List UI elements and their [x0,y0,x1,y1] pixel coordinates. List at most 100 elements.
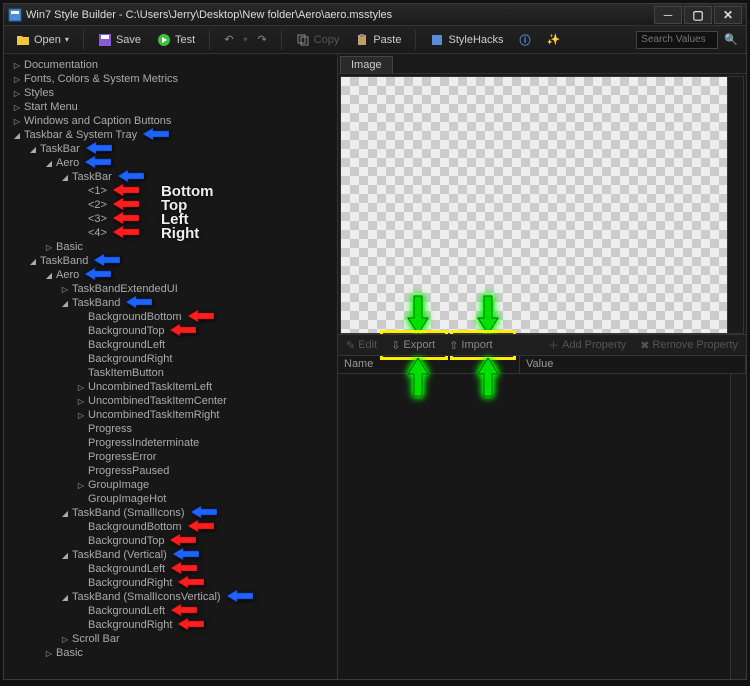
expand-icon[interactable]: ▷ [60,635,70,644]
tree-item[interactable]: ▷Windows and Caption Buttons [4,114,337,128]
blue-arrow-annotation [85,267,111,284]
save-button[interactable]: Save [92,31,147,49]
collapse-icon[interactable]: ◢ [60,173,70,182]
expand-icon[interactable]: ▷ [12,75,22,84]
tree-item[interactable]: ▷Styles [4,86,337,100]
tree-item[interactable]: BackgroundLeft [4,338,337,352]
expand-icon[interactable]: ▷ [76,411,86,420]
tree-item[interactable]: ▷Fonts, Colors & System Metrics [4,72,337,86]
undo-button[interactable]: ↶ [218,31,239,48]
tree-item[interactable]: ◢Aero [4,156,337,170]
tree-item[interactable]: BackgroundRight [4,618,337,632]
close-button[interactable]: ✕ [714,6,742,24]
expand-icon[interactable]: ▷ [76,481,86,490]
collapse-icon[interactable]: ◢ [28,145,38,154]
tree-item-label: BackgroundLeft [88,605,165,617]
tree-item[interactable]: ◢TaskBand [4,254,337,268]
tree-item-label: BackgroundBottom [88,521,182,533]
export-button[interactable]: ⇩ Export [387,338,439,353]
image-preview[interactable] [340,76,744,334]
tree-item-label: Scroll Bar [72,633,120,645]
expand-icon[interactable]: ▷ [12,89,22,98]
tree-item[interactable]: ProgressPaused [4,464,337,478]
collapse-icon[interactable]: ◢ [60,299,70,308]
collapse-icon[interactable]: ◢ [44,271,54,280]
collapse-icon[interactable]: ◢ [60,593,70,602]
expand-icon[interactable]: ▷ [44,243,54,252]
tree-item[interactable]: ◢Aero [4,268,337,282]
tree-item[interactable]: BackgroundTop [4,534,337,548]
collapse-icon[interactable]: ◢ [60,551,70,560]
expand-icon[interactable]: ▷ [76,397,86,406]
tree-item[interactable]: <4>Right [4,226,337,240]
remove-property-button[interactable]: ✖ Remove Property [636,338,742,353]
tree-item[interactable]: ▷GroupImage [4,478,337,492]
tree-pane[interactable]: ▷Documentation▷Fonts, Colors & System Me… [4,54,338,679]
tree-item[interactable]: BackgroundLeft [4,562,337,576]
collapse-icon[interactable]: ◢ [60,509,70,518]
save-label: Save [116,34,141,46]
tree-item[interactable]: ▷Basic [4,646,337,660]
maximize-button[interactable]: ▢ [684,6,712,24]
expand-icon[interactable]: ▷ [12,61,22,70]
expand-icon[interactable]: ▷ [76,383,86,392]
tree-item[interactable]: ProgressIndeterminate [4,436,337,450]
open-button[interactable]: Open ▾ [10,31,75,49]
tree-item-label: BackgroundBottom [88,311,182,323]
col-name[interactable]: Name [338,356,520,373]
tree-item[interactable]: ▷UncombinedTaskItemRight [4,408,337,422]
expand-icon[interactable]: ▷ [44,649,54,658]
collapse-icon[interactable]: ◢ [44,159,54,168]
collapse-icon[interactable]: ◢ [28,257,38,266]
tree-item[interactable]: ▷Start Menu [4,100,337,114]
tree-item[interactable]: BackgroundRight [4,576,337,590]
tree-item[interactable]: ProgressError [4,450,337,464]
collapse-icon[interactable]: ◢ [12,131,22,140]
tree-item[interactable]: ◢TaskBand (SmallIcons) [4,506,337,520]
stylehacks-button[interactable]: StyleHacks [424,31,509,49]
minimize-button[interactable]: ─ [654,6,682,24]
tree-item[interactable]: ▷TaskBandExtendedUI [4,282,337,296]
tree-item[interactable]: ▷Basic [4,240,337,254]
info-button[interactable]: ⓘ [514,30,537,50]
import-button[interactable]: ⇧ Import [445,338,496,353]
tree-item[interactable]: ▷UncombinedTaskItemCenter [4,394,337,408]
wand-button[interactable]: ✨ [541,31,567,48]
titlebar: Win7 Style Builder - C:\Users\Jerry\Desk… [4,4,746,26]
tree-item-label: TaskBandExtendedUI [72,283,178,295]
tree-item[interactable]: BackgroundTop [4,324,337,338]
tree-item[interactable]: ▷Scroll Bar [4,632,337,646]
copy-button[interactable]: Copy [290,31,346,49]
paste-button[interactable]: Paste [349,31,407,49]
tree-item[interactable]: GroupImageHot [4,492,337,506]
red-arrow-annotation [113,225,139,242]
col-value[interactable]: Value [520,356,746,373]
tree-item-label: TaskBand (SmallIcons) [72,507,185,519]
tree-item[interactable]: TaskItemButton [4,366,337,380]
wand-icon: ✨ [547,33,561,46]
expand-icon[interactable]: ▷ [12,103,22,112]
search-button[interactable]: 🔍 [722,31,740,48]
tree-item[interactable]: Progress [4,422,337,436]
tree-item[interactable]: ◢TaskBand [4,296,337,310]
edit-button[interactable]: ✎ Edit [342,338,381,353]
expand-icon[interactable]: ▷ [60,285,70,294]
tree-item-label: UncombinedTaskItemLeft [88,381,212,393]
test-button[interactable]: Test [151,31,201,49]
tree-item-label: BackgroundRight [88,577,172,589]
tab-image[interactable]: Image [340,56,393,73]
redo-button[interactable]: ↷ [251,31,272,48]
tree-item[interactable]: BackgroundLeft [4,604,337,618]
add-property-button[interactable]: ＋ Add Property [544,336,630,354]
table-scrollbar[interactable] [730,374,746,679]
tree-item[interactable]: ◢Taskbar & System Tray [4,128,337,142]
search-input[interactable] [636,31,718,49]
tree-item[interactable]: BackgroundRight [4,352,337,366]
expand-icon[interactable]: ▷ [12,117,22,126]
tree-item[interactable]: ▷Documentation [4,58,337,72]
tree-item-label: ProgressIndeterminate [88,437,199,449]
tree-item[interactable]: ▷UncombinedTaskItemLeft [4,380,337,394]
tree-item-label: <2> [88,199,107,211]
image-scrollbar[interactable] [727,77,743,333]
tree-item[interactable]: ◢TaskBar [4,142,337,156]
